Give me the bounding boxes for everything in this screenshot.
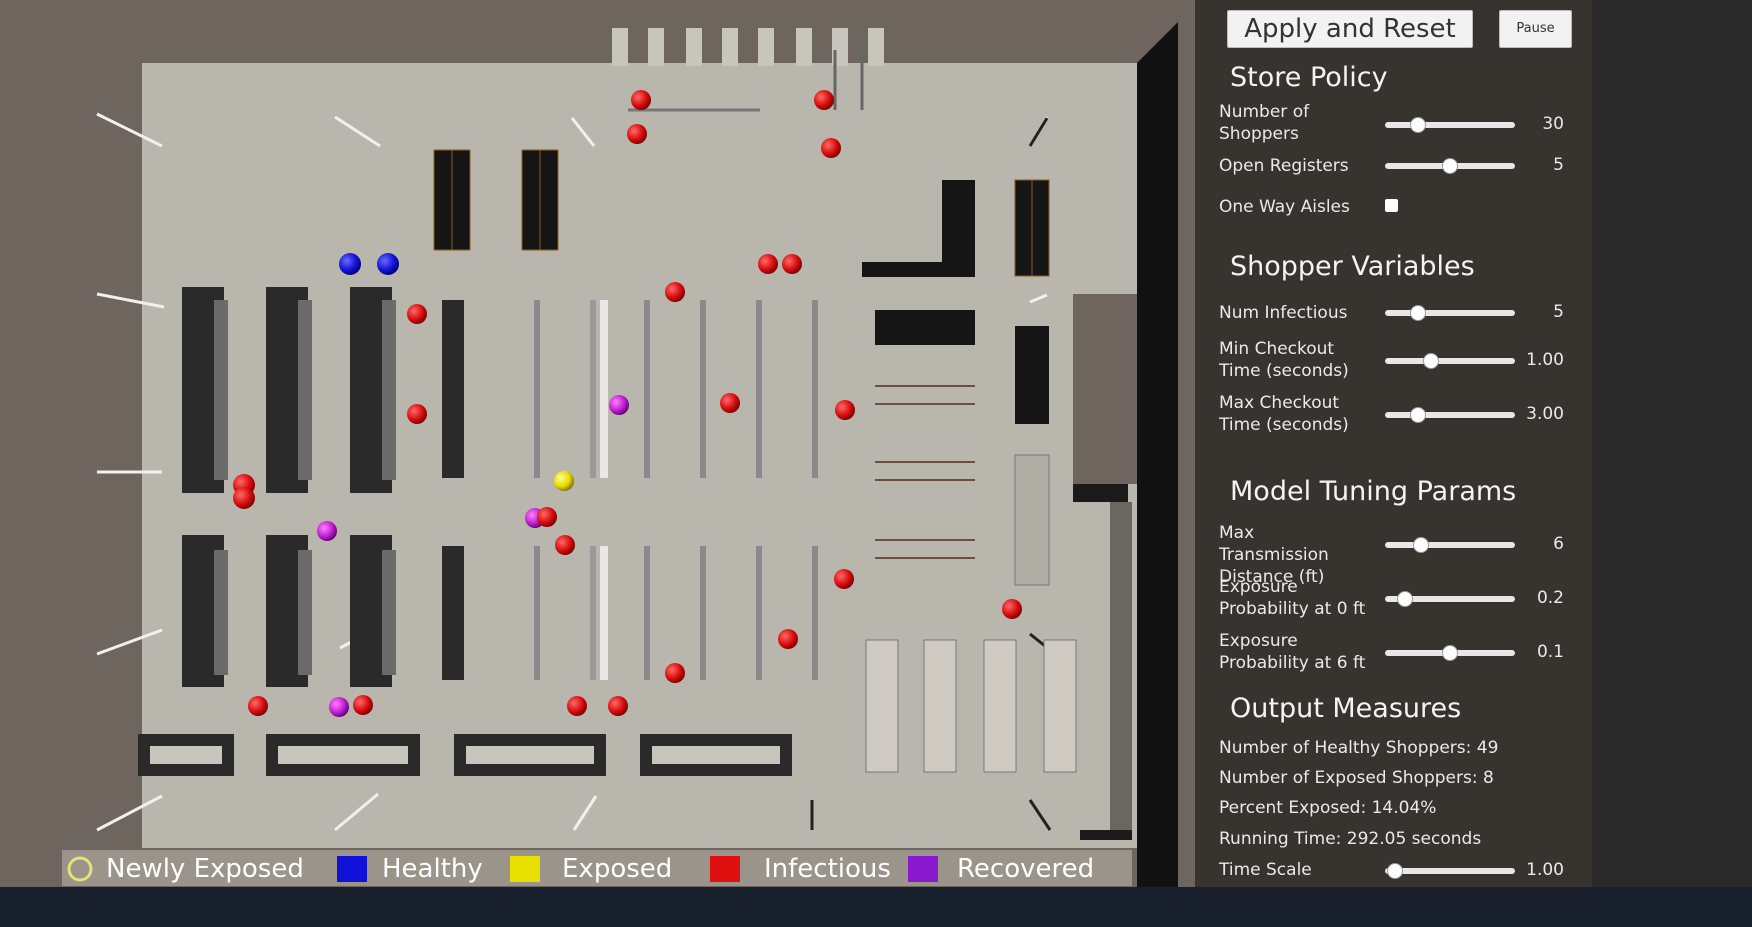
min-checkout-value: 1.00 [1526, 350, 1564, 370]
healthy-count: Number of Healthy Shoppers: 49 [1219, 738, 1499, 758]
running-time: Running Time: 292.05 seconds [1219, 829, 1482, 849]
slider-knob[interactable] [1413, 537, 1430, 553]
shopper-infectious [407, 304, 427, 324]
percent-exposed: Percent Exposed: 14.04% [1219, 798, 1437, 818]
shopper-infectious [665, 282, 685, 302]
fixture [1015, 326, 1049, 424]
registers-label: Open Registers [1219, 156, 1349, 176]
shopper-infectious [353, 695, 373, 715]
shopper-infectious [758, 254, 778, 274]
shopper-infectious [814, 90, 834, 110]
slider-knob[interactable] [1409, 117, 1426, 133]
shopper-infectious [720, 393, 740, 413]
shopper-infectious [608, 696, 628, 716]
legend-swatch-healthy [337, 856, 367, 882]
legend-label-infectious: Infectious [764, 854, 891, 884]
time-scale-value: 1.00 [1526, 860, 1564, 880]
shoppers-label: Number of Shoppers [1219, 102, 1310, 144]
shopper-infectious [407, 404, 427, 424]
apply-and-reset-button[interactable]: Apply and Reset [1227, 10, 1473, 48]
output-measures-heading: Output Measures [1230, 693, 1462, 724]
control-panel: Apply and Reset Pause Store Policy Numbe… [1195, 0, 1592, 887]
min-checkout-label: Min Checkout Time (seconds) [1219, 339, 1349, 381]
registers-value: 5 [1553, 155, 1564, 175]
one-way-aisles-label: One Way Aisles [1219, 197, 1350, 217]
shelves-top-left [182, 287, 396, 493]
legend-label-newly-exposed: Newly Exposed [106, 854, 304, 884]
legend-label-healthy: Healthy [382, 854, 483, 884]
panel-margin [1592, 0, 1752, 887]
legend: Newly Exposed Healthy Exposed Infectious… [62, 850, 1132, 886]
prob-0ft-value: 0.2 [1536, 588, 1564, 608]
one-way-aisles-checkbox[interactable] [1385, 199, 1398, 212]
pause-button[interactable]: Pause [1499, 10, 1572, 48]
shopper-infectious [782, 254, 802, 274]
slider-knob[interactable] [1442, 158, 1458, 174]
legend-swatch-newly-exposed [65, 856, 95, 882]
exposed-count: Number of Exposed Shoppers: 8 [1219, 768, 1494, 788]
shopper-infectious [821, 138, 841, 158]
shopper-infectious [1002, 599, 1022, 619]
store-policy-heading: Store Policy [1230, 62, 1388, 93]
shopper-recovered [329, 697, 349, 717]
shopper-infectious [834, 569, 854, 589]
shelves-bottom-left [182, 535, 396, 687]
model-tuning-heading: Model Tuning Params [1230, 476, 1517, 507]
num-infectious-value: 5 [1553, 302, 1564, 322]
back-room [1073, 294, 1137, 484]
fixture [875, 310, 975, 345]
legend-swatch-exposed [510, 856, 540, 882]
max-checkout-value: 3.00 [1526, 404, 1564, 424]
shopper-infectious [233, 487, 255, 509]
max-checkout-label: Max Checkout Time (seconds) [1219, 393, 1349, 435]
shopper-infectious [537, 507, 557, 527]
shopper-exposed [554, 471, 574, 491]
shopper-variables-heading: Shopper Variables [1230, 251, 1475, 282]
side-corridor [1110, 502, 1132, 832]
shopper-infectious [835, 400, 855, 420]
fixture-outline [1014, 454, 1050, 586]
shopper-infectious [567, 696, 587, 716]
bottom-bar [0, 887, 1752, 927]
side-corridor-edge [1080, 830, 1132, 840]
shopper-healthy [339, 253, 361, 275]
slider-knob[interactable] [1396, 591, 1413, 607]
legend-swatch-recovered [908, 856, 938, 882]
shopper-healthy [377, 253, 399, 275]
num-infectious-label: Num Infectious [1219, 303, 1348, 323]
shopper-infectious [555, 535, 575, 555]
shopper-infectious [631, 90, 651, 110]
max-distance-value: 6 [1553, 534, 1564, 554]
prob-6ft-value: 0.1 [1536, 642, 1564, 662]
shopper-infectious [778, 629, 798, 649]
slider-knob[interactable] [1409, 407, 1426, 423]
slider-knob[interactable] [1442, 645, 1458, 661]
slider-knob[interactable] [1422, 353, 1439, 369]
legend-swatch-infectious [710, 856, 740, 882]
shoppers-value: 30 [1542, 114, 1564, 134]
prob-6ft-label: Exposure Probability at 6 ft [1219, 631, 1366, 673]
shopper-infectious [627, 124, 647, 144]
prob-0ft-label: Exposure Probability at 0 ft [1219, 577, 1366, 619]
shopper-recovered [609, 395, 629, 415]
slider-knob[interactable] [1387, 863, 1404, 879]
shopper-recovered [317, 521, 337, 541]
back-room-edge [1073, 484, 1128, 502]
legend-label-exposed: Exposed [562, 854, 673, 884]
legend-label-recovered: Recovered [957, 854, 1095, 884]
time-scale-label: Time Scale [1219, 860, 1312, 880]
shopper-infectious [248, 696, 268, 716]
right-wall-shadow [1137, 22, 1178, 887]
slider-knob[interactable] [1409, 305, 1426, 321]
shopper-infectious [665, 663, 685, 683]
simulation-window: Newly Exposed Healthy Exposed Infectious… [0, 0, 1752, 887]
store-simulation-view [0, 0, 1195, 887]
